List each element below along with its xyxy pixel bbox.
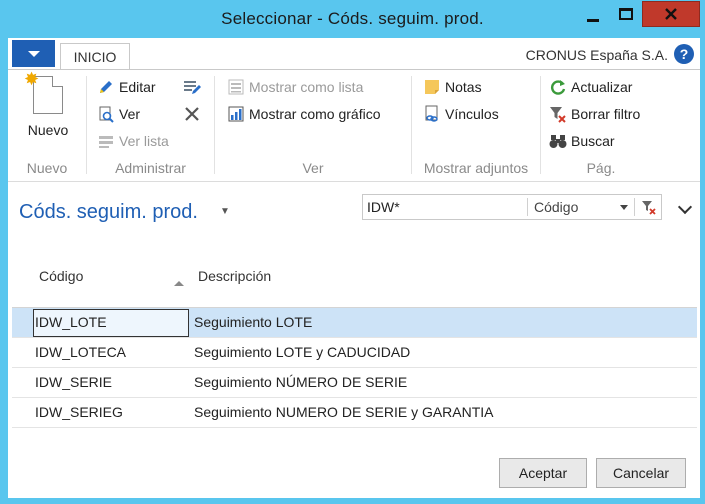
cell-code: IDW_SERIE (35, 374, 113, 390)
show-as-chart-label: Mostrar como gráfico (249, 106, 381, 122)
binoculars-icon (549, 135, 567, 148)
filter-divider (527, 198, 528, 216)
clear-filter-icon (550, 107, 566, 123)
cell-description: Seguimiento NUMERO DE SERIE y GARANTIA (194, 404, 494, 420)
group-label-pag: Pág. (586, 160, 616, 176)
cell-description: Seguimiento LOTE (194, 314, 313, 330)
view-list-button-label: Ver lista (119, 133, 169, 149)
refresh-icon (551, 80, 566, 95)
cell-code: IDW_LOTECA (35, 344, 127, 360)
minimize-button[interactable] (576, 1, 609, 27)
close-icon (665, 8, 677, 20)
links-button-label: Vínculos (445, 106, 499, 122)
view-button[interactable]: Ver (97, 105, 140, 123)
edit-button-label: Editar (119, 79, 156, 95)
cell-description: Seguimiento NÚMERO DE SERIE (194, 374, 408, 390)
cell-code: IDW_SERIEG (35, 404, 123, 420)
table-row[interactable]: IDW_SERIEG Seguimiento NUMERO DE SERIE y… (12, 398, 697, 428)
filter-field-select[interactable]: Código (534, 199, 578, 215)
view-list-icon (99, 136, 113, 148)
group-label-mostrar-adjuntos: Mostrar adjuntos (423, 160, 529, 176)
view-document-icon (99, 106, 114, 123)
grid-header: Código Descripción (12, 245, 697, 308)
group-label-nuevo: Nuevo (26, 160, 68, 176)
pencil-icon (100, 81, 112, 93)
view-list-button[interactable]: Ver lista (97, 132, 169, 150)
minimize-icon (586, 18, 599, 22)
ribbon-group-nuevo: ✸ Nuevo Nuevo (8, 69, 86, 183)
table-row[interactable]: IDW_SERIE Seguimiento NÚMERO DE SERIE (12, 368, 697, 398)
help-icon[interactable]: ? (674, 44, 694, 64)
group-label-administrar: Administrar (115, 160, 186, 176)
tab-inicio[interactable]: INICIO (60, 43, 130, 70)
company-name[interactable]: CRONUS España S.A. (526, 47, 668, 63)
delete-x-icon (185, 107, 199, 121)
ribbon-group-ver: Mostrar como lista Mostrar como gráfico … (215, 70, 411, 183)
maximize-button[interactable] (609, 1, 642, 27)
chevron-down-icon[interactable] (677, 199, 693, 215)
clear-filter-button[interactable]: Borrar filtro (549, 105, 640, 123)
table-row[interactable]: IDW_LOTECA Seguimiento LOTE y CADUCIDAD (12, 338, 697, 368)
note-icon (425, 80, 439, 94)
page-title[interactable]: Códs. seguim. prod. (19, 201, 198, 224)
ribbon: ✸ Nuevo Nuevo Editar Ver Ver lista Admin… (8, 69, 700, 182)
cell-code: IDW_LOTE (35, 314, 107, 330)
notes-button-label: Notas (445, 79, 482, 95)
edit-list-icon (184, 81, 201, 94)
cancel-button[interactable]: Cancelar (596, 458, 686, 488)
show-as-chart-button[interactable]: Mostrar como gráfico (227, 105, 380, 123)
ok-button[interactable]: Aceptar (499, 458, 587, 488)
sort-ascending-icon (174, 281, 184, 286)
edit-button[interactable]: Editar (97, 78, 156, 96)
edit-list-button[interactable] (183, 78, 205, 96)
column-header-description[interactable]: Descripción (198, 268, 271, 284)
new-button-label: Nuevo (27, 122, 69, 138)
new-document-icon: ✸ (24, 69, 63, 114)
table-row[interactable]: IDW_LOTE Seguimiento LOTE (12, 308, 697, 338)
application-menu-button[interactable] (12, 40, 55, 67)
dialog-window: Seleccionar - Códs. seguim. prod. INICIO… (0, 0, 705, 504)
find-button-label: Buscar (571, 133, 615, 149)
list-view-icon (228, 79, 244, 95)
maximize-icon (618, 8, 633, 20)
link-document-icon (425, 105, 438, 122)
column-header-code[interactable]: Código (39, 268, 83, 284)
caret-down-icon[interactable]: ▼ (220, 206, 230, 217)
notes-button[interactable]: Notas (423, 78, 482, 96)
data-grid: Código Descripción IDW_LOTE Seguimiento … (12, 245, 697, 445)
clear-filter-button-label: Borrar filtro (571, 106, 641, 122)
group-label-ver: Ver (302, 160, 324, 176)
filter-input[interactable] (363, 195, 527, 219)
delete-button[interactable] (183, 105, 205, 123)
title-bar: Seleccionar - Códs. seguim. prod. (0, 0, 705, 38)
find-button[interactable]: Buscar (549, 132, 615, 150)
ribbon-group-administrar: Editar Ver Ver lista Administrar (87, 70, 214, 183)
dialog-footer: Aceptar Cancelar (8, 445, 700, 498)
cell-description: Seguimiento LOTE y CADUCIDAD (194, 344, 411, 360)
ribbon-tab-bar: INICIO CRONUS España S.A. ? (8, 38, 700, 70)
refresh-button-label: Actualizar (571, 79, 633, 95)
show-as-list-button[interactable]: Mostrar como lista (227, 78, 363, 96)
show-as-list-label: Mostrar como lista (249, 79, 364, 95)
ribbon-group-pag: Actualizar Borrar filtro Buscar Pág. (541, 70, 661, 183)
filter-divider (634, 198, 635, 216)
ribbon-group-mostrar-adjuntos: Notas Vínculos Mostrar adjuntos (412, 70, 540, 183)
dialog-client: INICIO CRONUS España S.A. ? ✸ Nuevo Nuev… (8, 38, 700, 498)
page-header: Códs. seguim. prod. ▼ Código (8, 182, 700, 242)
dropdown-arrow-icon (27, 50, 40, 57)
chart-view-icon (228, 106, 244, 122)
refresh-button[interactable]: Actualizar (549, 78, 632, 96)
new-button[interactable]: ✸ Nuevo (18, 69, 78, 138)
filter-field-dropdown-icon[interactable] (620, 205, 628, 210)
close-button[interactable] (642, 1, 700, 27)
clear-filter-icon[interactable] (641, 199, 657, 215)
links-button[interactable]: Vínculos (423, 105, 499, 123)
filter-box: Código (362, 194, 662, 220)
view-button-label: Ver (119, 106, 141, 122)
